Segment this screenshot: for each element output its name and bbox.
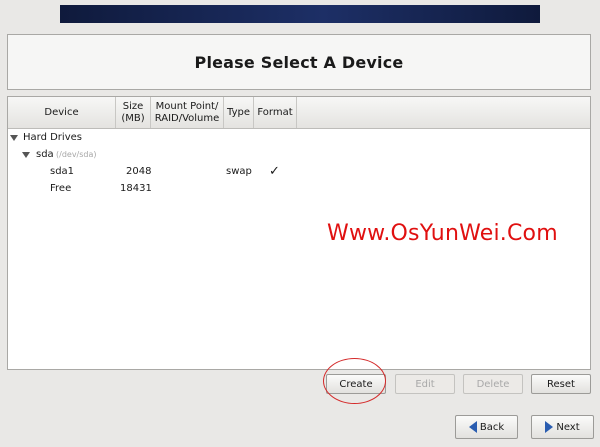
watermark-text: Www.OsYunWei.Com	[327, 221, 558, 246]
top-banner	[60, 5, 540, 23]
highlight-circle	[323, 358, 386, 404]
table-row[interactable]: Free 18431	[8, 180, 590, 197]
check-icon: ✓	[269, 164, 280, 179]
edit-button[interactable]: Edit	[395, 374, 455, 394]
column-type[interactable]: Type	[224, 97, 254, 128]
next-button[interactable]: Next	[531, 415, 594, 439]
table-row[interactable]: sda1 2048 swap ✓	[8, 163, 590, 180]
expand-triangle-icon[interactable]	[10, 135, 18, 141]
tree-row-disk[interactable]: sda (/dev/sda)	[8, 146, 590, 163]
delete-button[interactable]: Delete	[463, 374, 523, 394]
column-device[interactable]: Device	[8, 97, 116, 128]
tree-row-hard-drives[interactable]: Hard Drives	[8, 129, 590, 146]
column-mount-point[interactable]: Mount Point/ RAID/Volume	[151, 97, 224, 128]
expand-triangle-icon[interactable]	[22, 152, 30, 158]
table-header: Device Size (MB) Mount Point/ RAID/Volum…	[8, 97, 590, 129]
column-size[interactable]: Size (MB)	[116, 97, 151, 128]
back-button[interactable]: Back	[455, 415, 518, 439]
arrow-left-icon	[468, 421, 477, 433]
arrow-right-icon	[545, 421, 554, 433]
reset-button[interactable]: Reset	[531, 374, 591, 394]
page-title-box: Please Select A Device	[7, 34, 591, 90]
page-title: Please Select A Device	[194, 52, 404, 72]
column-format[interactable]: Format	[254, 97, 297, 128]
